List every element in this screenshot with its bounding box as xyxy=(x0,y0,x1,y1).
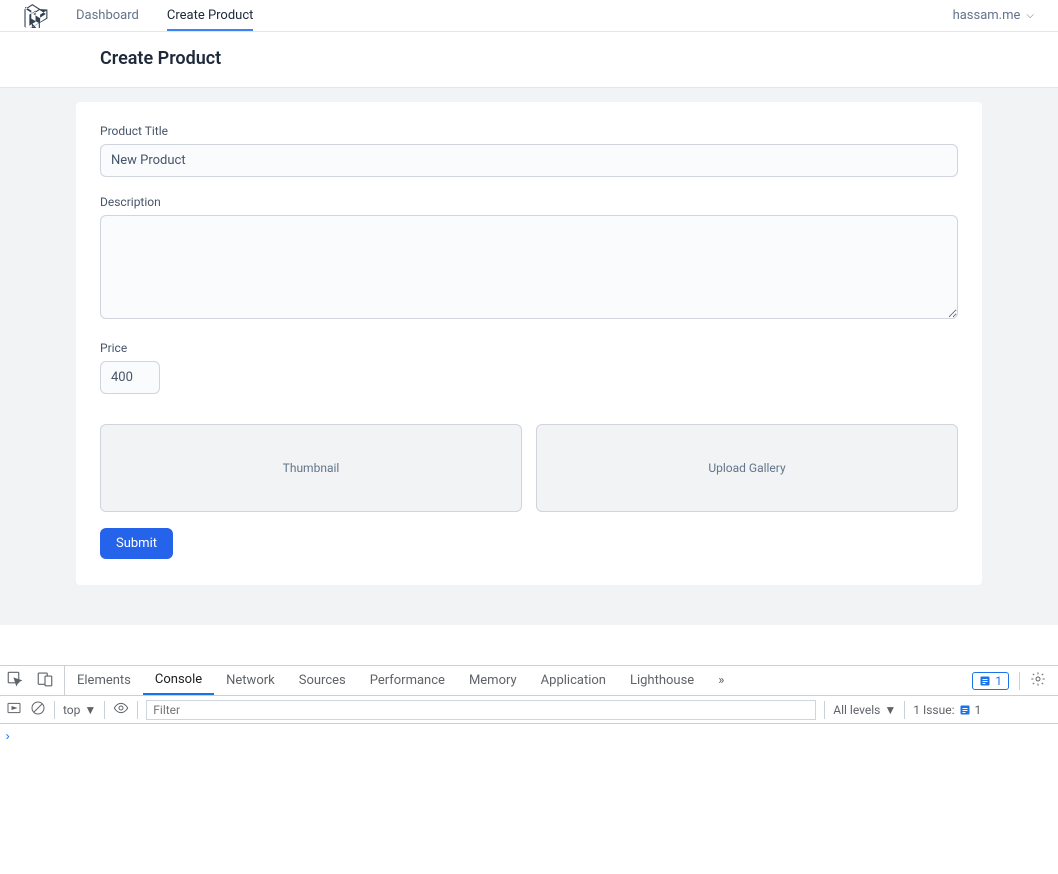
thumbnail-upload[interactable]: Thumbnail xyxy=(100,424,522,512)
devtools-tabs: Elements Console Network Sources Perform… xyxy=(0,666,1058,696)
levels-value: All levels xyxy=(833,703,880,717)
page-title: Create Product xyxy=(100,48,958,69)
title-label: Product Title xyxy=(100,124,958,138)
chevron-down-icon: ⌵ xyxy=(1026,10,1034,21)
issues-label: 1 Issue: xyxy=(913,703,954,717)
dropdown-icon: ▼ xyxy=(884,703,896,717)
tab-memory[interactable]: Memory xyxy=(457,666,529,695)
devtools-filter-bar: top ▼ All levels ▼ 1 Issue: 1 xyxy=(0,696,1058,724)
field-description: Description xyxy=(100,195,958,323)
devtools-right: 1 xyxy=(972,671,1052,691)
dropdown-icon: ▼ xyxy=(84,703,96,717)
app-logo-icon[interactable] xyxy=(24,4,48,28)
tab-network[interactable]: Network xyxy=(214,666,287,695)
tab-application[interactable]: Application xyxy=(529,666,618,695)
console-prompt-icon: › xyxy=(4,730,1054,744)
context-selector[interactable]: top ▼ xyxy=(63,703,96,717)
description-label: Description xyxy=(100,195,958,209)
inspect-icon[interactable] xyxy=(6,670,24,692)
upload-row: Thumbnail Upload Gallery xyxy=(100,424,958,512)
page-header: Create Product xyxy=(0,32,1058,88)
tab-lighthouse[interactable]: Lighthouse xyxy=(618,666,706,695)
issue-count: 1 xyxy=(995,674,1002,688)
nav-dashboard[interactable]: Dashboard xyxy=(76,2,139,29)
tab-elements[interactable]: Elements xyxy=(65,666,143,695)
filter-input[interactable] xyxy=(146,700,816,720)
field-title: Product Title xyxy=(100,124,958,177)
nav-left: Dashboard Create Product xyxy=(24,2,253,30)
tab-console[interactable]: Console xyxy=(143,666,214,695)
price-input[interactable] xyxy=(100,361,160,394)
log-levels-selector[interactable]: All levels ▼ xyxy=(833,703,896,717)
price-label: Price xyxy=(100,341,958,355)
tab-sources[interactable]: Sources xyxy=(287,666,358,695)
nav-create-product[interactable]: Create Product xyxy=(167,2,254,31)
console-body[interactable]: › xyxy=(0,724,1058,874)
title-input[interactable] xyxy=(100,144,958,177)
gallery-label: Upload Gallery xyxy=(708,461,785,475)
eye-icon[interactable] xyxy=(113,700,129,719)
submit-button[interactable]: Submit xyxy=(100,528,173,559)
issues-indicator[interactable]: 1 Issue: 1 xyxy=(913,703,981,717)
devtools: Elements Console Network Sources Perform… xyxy=(0,665,1058,874)
tab-more-icon[interactable]: » xyxy=(706,666,736,695)
user-menu[interactable]: hassam.me ⌵ xyxy=(953,8,1034,23)
devtools-icon-group xyxy=(6,666,65,695)
description-input[interactable] xyxy=(100,215,958,319)
gallery-upload[interactable]: Upload Gallery xyxy=(536,424,958,512)
tab-performance[interactable]: Performance xyxy=(358,666,457,695)
device-toggle-icon[interactable] xyxy=(36,670,54,692)
clear-console-icon[interactable] xyxy=(30,700,46,719)
field-price: Price xyxy=(100,341,958,394)
gear-icon[interactable] xyxy=(1030,671,1046,691)
console-issue-badge[interactable]: 1 xyxy=(972,672,1009,690)
context-value: top xyxy=(63,703,80,717)
sidebar-toggle-icon[interactable] xyxy=(6,700,22,719)
top-nav: Dashboard Create Product hassam.me ⌵ xyxy=(0,0,1058,32)
content-area: Product Title Description Price Thumbnai… xyxy=(0,88,1058,625)
thumbnail-label: Thumbnail xyxy=(283,461,340,475)
issues-count: 1 xyxy=(975,703,982,717)
form-card: Product Title Description Price Thumbnai… xyxy=(76,102,982,585)
user-name: hassam.me xyxy=(953,8,1021,23)
